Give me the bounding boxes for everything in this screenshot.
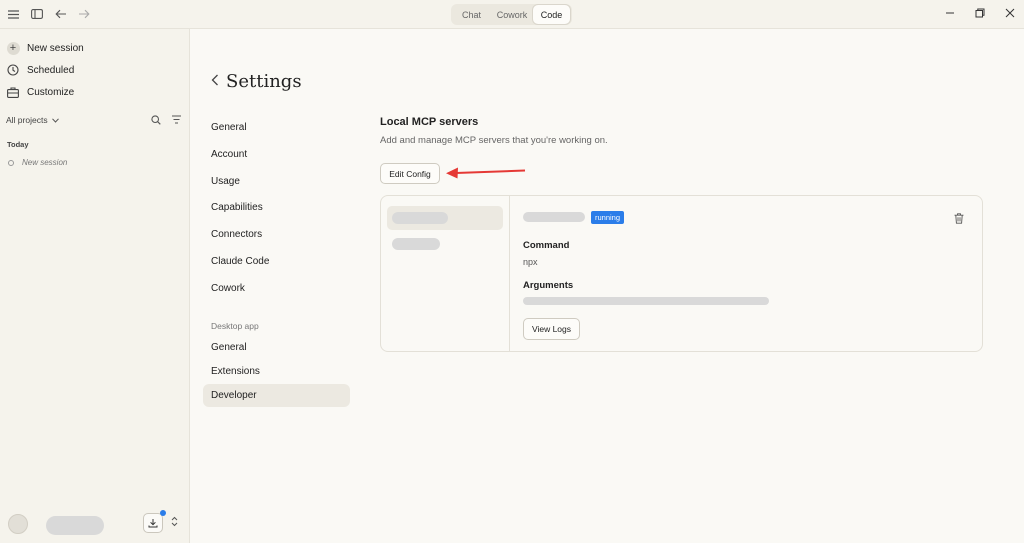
nav-account[interactable]: Account [203,143,350,166]
user-account-row[interactable] [6,510,184,536]
redacted-username [46,516,104,535]
page-title: Settings [211,71,302,92]
notification-dot [160,510,166,516]
session-status-icon [8,159,14,166]
plus-icon: + [6,41,20,55]
nav-usage[interactable]: Usage [203,170,350,193]
annotation-arrow [446,167,526,179]
search-icon[interactable] [151,115,161,127]
left-sidebar: + New session Scheduled Customize All pr… [0,29,190,543]
server-list [381,196,510,351]
edit-config-button[interactable]: Edit Config [380,163,440,184]
tab-chat[interactable]: Chat [452,5,491,24]
minimize-icon[interactable] [943,7,957,21]
session-title: New session [22,158,68,167]
download-button[interactable] [143,513,163,533]
avatar [8,514,28,534]
nav-extensions[interactable]: Extensions [203,360,350,383]
briefcase-icon [6,85,20,99]
nav-general[interactable]: General [203,116,350,139]
scheduled-button[interactable]: Scheduled [6,62,74,78]
nav-section-desktop-app: Desktop app [211,321,259,331]
filter-icon[interactable] [172,115,181,126]
server-list-item[interactable] [387,206,503,230]
mcp-server-panel: running Command npx Arguments View Logs [380,195,983,352]
redacted-server-name [392,238,440,250]
tab-cowork[interactable]: Cowork [491,5,533,24]
view-logs-button[interactable]: View Logs [523,318,580,340]
arguments-label: Arguments [523,280,574,291]
new-session-label: New session [27,42,84,54]
back-arrow-icon[interactable] [53,6,69,22]
restore-icon[interactable] [973,7,987,21]
forward-arrow-icon[interactable] [76,6,92,22]
new-session-button[interactable]: + New session [6,40,84,56]
redacted-arguments-value [523,297,769,305]
nav-cowork[interactable]: Cowork [203,277,350,300]
settings-title-text: Settings [226,71,302,92]
projects-filter-dropdown[interactable]: All projects [6,115,59,125]
nav-developer[interactable]: Developer [203,384,350,407]
back-chevron-icon[interactable] [211,73,219,91]
projects-filter-row: All projects [6,113,184,127]
redacted-server-name [392,212,448,224]
section-subtitle: Add and manage MCP servers that you're w… [380,135,608,146]
nav-desktop-general[interactable]: General [203,336,350,359]
projects-filter-label: All projects [6,115,48,125]
hamburger-menu-icon[interactable] [5,6,21,22]
nav-connectors[interactable]: Connectors [203,223,350,246]
redacted-server-title [523,212,585,222]
status-badge: running [591,211,625,224]
section-title: Local MCP servers [380,116,479,128]
chevron-down-icon [51,115,59,125]
session-list-item[interactable]: New session [8,158,67,167]
command-label: Command [523,240,570,251]
sidebar-toggle-icon[interactable] [29,6,45,22]
scheduled-label: Scheduled [27,64,75,76]
command-value: npx [523,257,538,267]
customize-label: Customize [27,86,75,98]
tab-code[interactable]: Code [533,5,570,24]
clock-icon [6,63,20,77]
customize-button[interactable]: Customize [6,84,74,100]
expand-collapse-icon[interactable] [171,516,178,528]
download-icon [148,519,158,528]
nav-capabilities[interactable]: Capabilities [203,196,350,219]
server-list-item[interactable] [387,232,503,256]
trash-icon[interactable] [954,211,964,224]
group-label-today: Today [7,140,29,149]
mode-switcher: Chat Cowork Code [451,4,572,25]
nav-claude-code[interactable]: Claude Code [203,250,350,273]
close-icon[interactable] [1003,7,1017,21]
title-bar: Chat Cowork Code [0,0,1024,29]
